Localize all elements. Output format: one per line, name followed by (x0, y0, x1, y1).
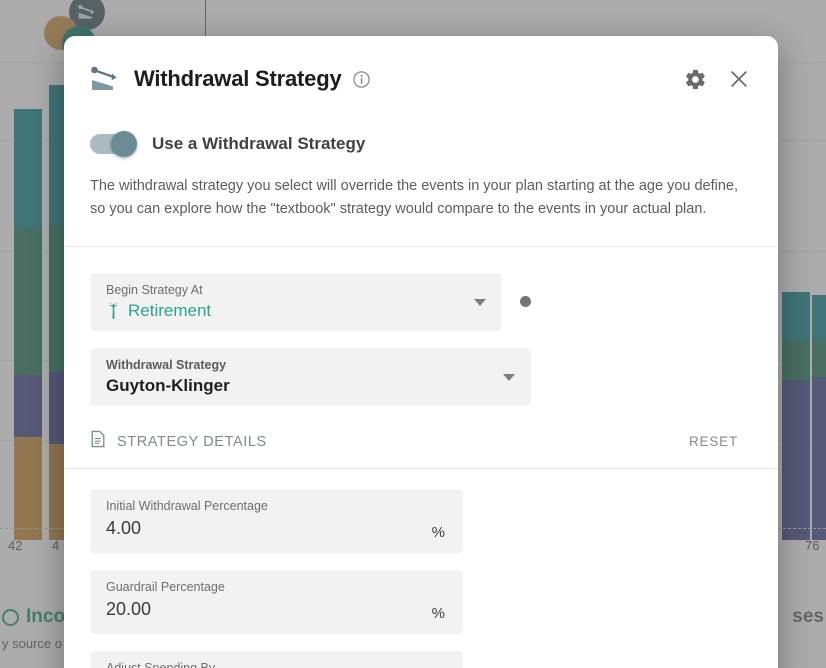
withdrawal-strategy-value: Guyton-Klinger (106, 375, 230, 395)
parameter-label: Guardrail Percentage (106, 579, 225, 594)
toggle-knob (111, 131, 137, 157)
begin-strategy-row: Begin Strategy At Retirement (90, 272, 752, 331)
age-slider-handle[interactable] (520, 296, 531, 308)
parameter-field[interactable]: Adjust Spending By5.00% (90, 650, 463, 668)
begin-strategy-value-wrap: Retirement (106, 301, 486, 321)
strategy-details-label: STRATEGY DETAILS (117, 433, 267, 450)
begin-strategy-select[interactable]: Begin Strategy At Retirement (90, 272, 502, 331)
parameter-label: Initial Withdrawal Percentage (106, 498, 268, 513)
parameter-value[interactable]: 20.00 (106, 599, 447, 620)
document-icon (90, 430, 106, 453)
strategy-actions: STRATEGY DETAILS RESET (90, 416, 752, 468)
modal-header: Withdrawal Strategy (64, 36, 778, 122)
parameter-value[interactable]: 4.00 (106, 518, 447, 539)
close-icon[interactable] (722, 62, 756, 96)
begin-strategy-label: Begin Strategy At (106, 282, 203, 297)
parameter-field[interactable]: Guardrail Percentage 20.00% (90, 569, 463, 634)
palm-tree-icon (106, 302, 121, 319)
parameter-label: Adjust Spending By (106, 660, 216, 668)
chevron-down-icon[interactable] (503, 373, 515, 381)
withdrawal-strategy-select[interactable]: Withdrawal Strategy Guyton-Klinger (90, 347, 531, 406)
strategy-details-button[interactable]: STRATEGY DETAILS (90, 430, 267, 453)
page-title: Withdrawal Strategy (134, 66, 342, 91)
withdrawal-strategy-modal: Withdrawal Strategy Use a Withdrawal Str… (64, 36, 778, 668)
strategy-description: The withdrawal strategy you select will … (90, 178, 739, 218)
begin-strategy-value: Retirement (128, 300, 212, 320)
parameter-unit: % (431, 523, 445, 541)
gear-icon[interactable] (678, 62, 712, 96)
parameter-field[interactable]: Initial Withdrawal Percentage 4.00% (90, 488, 463, 553)
use-strategy-toggle-row: Use a Withdrawal Strategy (64, 122, 778, 162)
strategy-parameters: Initial Withdrawal Percentage 4.00% Guardr… (64, 469, 778, 668)
withdrawal-strategy-label: Withdrawal Strategy (106, 357, 227, 372)
trend-down-icon (90, 66, 120, 92)
toggle-label: Use a Withdrawal Strategy (152, 134, 366, 153)
info-circle-icon[interactable] (352, 70, 370, 88)
parameter-unit: % (431, 604, 445, 622)
chevron-down-icon[interactable] (474, 298, 486, 306)
reset-button[interactable]: RESET (689, 434, 738, 449)
use-withdrawal-strategy-toggle[interactable] (90, 131, 137, 157)
